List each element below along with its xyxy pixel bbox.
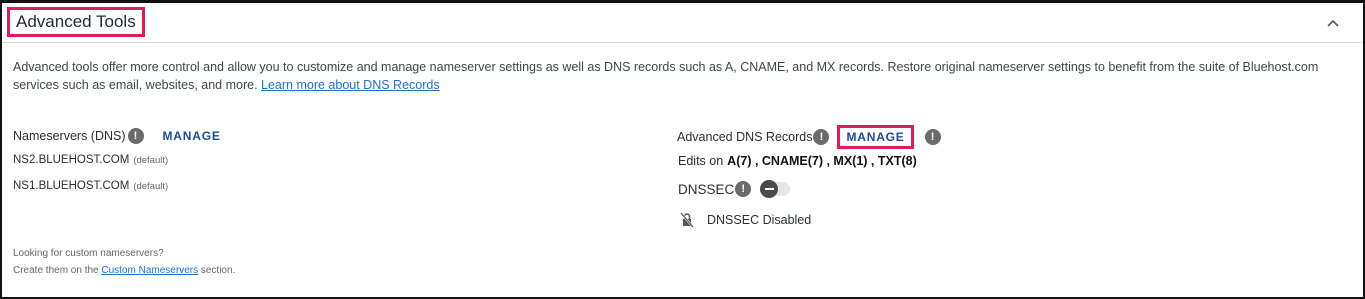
nameserver-host: NS1.BLUEHOST.COM [13,180,130,192]
dns-edits-summary: Edits on A(7) , CNAME(7) , MX(1) , TXT(8… [678,154,917,168]
learn-more-dns-link[interactable]: Learn more about DNS Records [261,78,440,92]
nameservers-header: Nameservers (DNS) ! MANAGE [13,128,221,144]
dnssec-status: DNSSEC Disabled [680,212,811,228]
nameservers-manage-button[interactable]: MANAGE [163,129,221,143]
custom-suffix: section. [200,265,236,276]
dnssec-toggle[interactable] [760,180,791,198]
dns-records-manage-button[interactable]: MANAGE [846,130,904,144]
custom-prefix: Create them on the [13,265,99,276]
dns-records-header: Advanced DNS Records ! MANAGE ! [677,125,941,149]
nameserver-item: NS2.BLUEHOST.COM (default) [13,154,168,166]
dnssec-status-text: DNSSEC Disabled [707,213,812,227]
nameserver-default-tag: (default) [133,154,169,166]
description-text: Advanced tools offer more control and al… [13,60,1319,92]
info-icon[interactable]: ! [127,128,144,144]
dnssec-label: DNSSEC [678,181,735,197]
advanced-tools-panel: Advanced Tools Advanced tools offer more… [0,0,1365,299]
manage-highlight: MANAGE [837,125,914,149]
panel-description: Advanced tools offer more control and al… [13,58,1333,94]
dns-records-label: Advanced DNS Records [677,130,813,144]
dnssec-row: DNSSEC ! [678,180,791,198]
custom-nameservers-note: Looking for custom nameservers? Create t… [13,245,235,279]
nameserver-default-tag: (default) [133,180,169,192]
custom-nameservers-prompt: Looking for custom nameservers? [13,248,164,259]
edits-counts: A(7) , CNAME(7) , MX(1) , TXT(8) [727,154,917,168]
nameserver-item: NS1.BLUEHOST.COM (default) [13,180,168,192]
info-icon[interactable]: ! [924,129,941,145]
info-icon[interactable]: ! [735,181,752,197]
nameservers-label: Nameservers (DNS) [13,129,126,143]
title-highlight: Advanced Tools [7,7,145,37]
panel-header[interactable]: Advanced Tools [2,3,1363,43]
info-icon[interactable]: ! [813,129,830,145]
edits-prefix: Edits on [678,154,724,168]
custom-nameservers-line: Create them on the Custom Nameservers se… [13,262,235,279]
nameserver-host: NS2.BLUEHOST.COM [13,154,130,166]
custom-nameservers-link[interactable]: Custom Nameservers [101,265,198,276]
lock-slash-icon [680,212,694,228]
panel-title: Advanced Tools [16,12,136,31]
toggle-knob [760,180,779,198]
chevron-up-icon[interactable] [1325,15,1341,31]
